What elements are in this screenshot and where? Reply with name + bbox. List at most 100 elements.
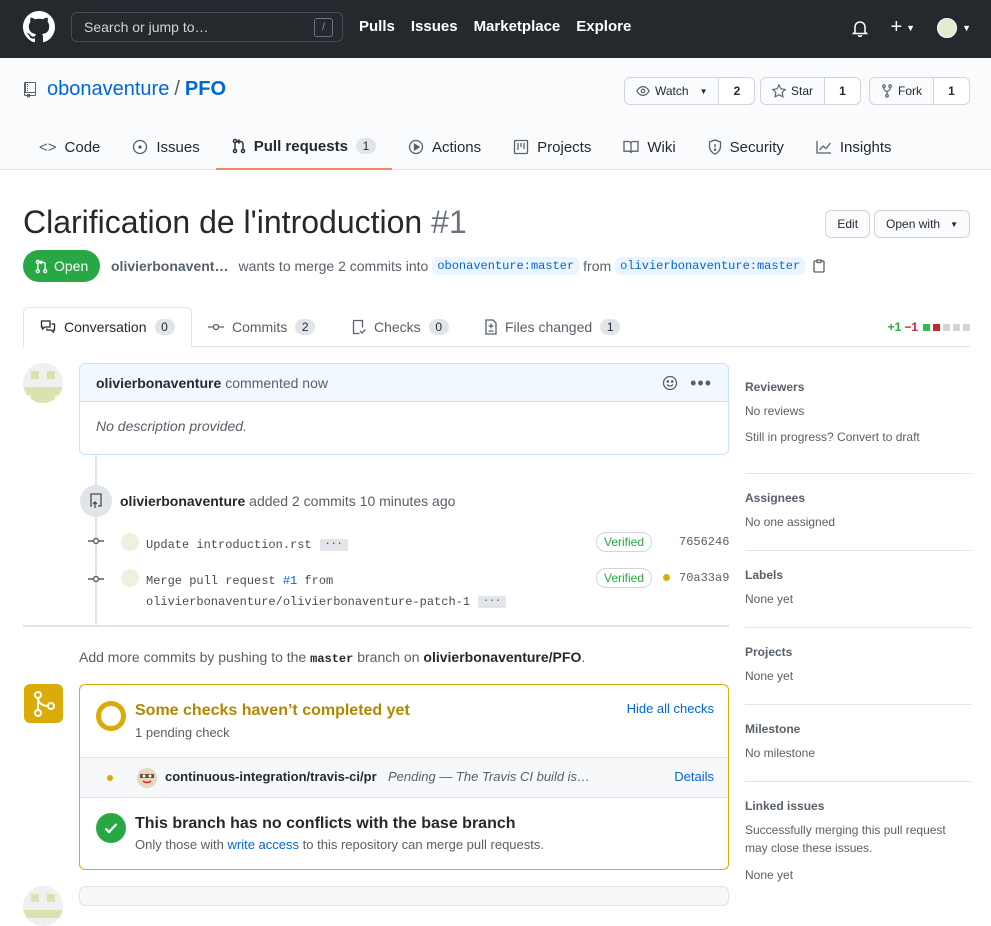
repo-owner-link[interactable]: obonaventure <box>47 78 169 101</box>
comment-timestamp[interactable]: commented now <box>225 375 328 391</box>
no-conflicts-text: Only those with <box>135 837 224 852</box>
event-text: added <box>249 493 289 509</box>
diffstat-block-neutral <box>943 323 950 331</box>
pending-status-dot[interactable] <box>663 574 670 581</box>
check-details-link[interactable]: Details <box>674 769 714 784</box>
copy-clipboard-icon[interactable] <box>813 259 825 273</box>
chevron-down-icon: ▼ <box>962 22 971 33</box>
hide-all-checks-link[interactable]: Hide all checks <box>627 701 714 716</box>
commit-sha-link[interactable]: 7656246 <box>679 535 729 549</box>
tab-conversation-label: Conversation <box>64 319 147 335</box>
notifications-bell-icon[interactable] <box>852 19 869 37</box>
user-avatar <box>937 17 958 38</box>
global-nav: Pulls Issues Marketplace Explore <box>359 18 631 35</box>
fork-button[interactable]: Fork <box>869 77 934 105</box>
base-ref[interactable]: obonaventure:master <box>432 257 580 275</box>
commits-counter: 2 <box>295 319 316 335</box>
star-button[interactable]: Star <box>760 77 826 105</box>
assignees-heading[interactable]: Assignees <box>745 491 971 505</box>
no-conflicts-icon <box>96 813 126 843</box>
commit-author-avatar[interactable] <box>121 569 139 587</box>
repo-name-link[interactable]: PFO <box>185 78 226 101</box>
chevron-down-icon: ▼ <box>906 22 916 33</box>
create-new-dropdown[interactable]: + ▼ <box>890 16 915 39</box>
identicon-image <box>23 363 63 403</box>
checks-summary: Some checks haven’t completed yet 1 pend… <box>80 685 728 757</box>
header-actions: + ▼ ▼ <box>852 16 971 39</box>
open-with-button[interactable]: Open with ▼ <box>874 210 970 238</box>
watch-count[interactable]: 2 <box>719 77 756 105</box>
linked-issues-heading[interactable]: Linked issues <box>745 799 971 813</box>
comment-header: olivierbonaventure commented now ••• <box>80 364 728 402</box>
fork-count[interactable]: 1 <box>934 77 970 105</box>
comment-author-link[interactable]: olivierbonaventure <box>96 375 221 391</box>
labels-heading[interactable]: Labels <box>745 568 971 582</box>
tab-commits[interactable]: Commits 2 <box>192 307 331 347</box>
viewer-avatar[interactable] <box>23 886 63 926</box>
labels-value: None yet <box>745 592 794 606</box>
edit-button[interactable]: Edit <box>825 210 871 238</box>
pr-author-link[interactable]: olivierbonavent… <box>111 258 228 274</box>
tab-code[interactable]: <> Code <box>23 124 116 170</box>
linked-issues-description: Successfully merging this pull request m… <box>745 823 946 855</box>
tab-conversation[interactable]: Conversation 0 <box>23 307 192 347</box>
star-count[interactable]: 1 <box>825 77 862 105</box>
watch-button[interactable]: Watch ▼ <box>624 77 720 105</box>
checks-counter: 0 <box>428 319 449 335</box>
comment-body: No description provided. <box>96 418 247 434</box>
event-actor-link[interactable]: olivierbonaventure <box>120 493 245 509</box>
github-logo-icon[interactable] <box>23 11 55 43</box>
tab-files-changed[interactable]: Files changed 1 <box>469 307 636 347</box>
commit-message[interactable]: Merge pull request #1 from olivierbonaven… <box>146 571 507 613</box>
event-time[interactable]: 10 minutes ago <box>360 493 456 509</box>
sidebar-projects: Projects None yet <box>745 645 971 685</box>
expand-message-button[interactable]: ··· <box>478 595 507 608</box>
hint-repo-link[interactable]: olivierbonaventure/PFO <box>423 649 581 665</box>
comment-author-avatar[interactable] <box>23 363 63 403</box>
commit-sha-link[interactable]: 70a33a9 <box>679 571 729 585</box>
sidebar-milestone: Milestone No milestone <box>745 722 971 762</box>
tab-actions[interactable]: Actions <box>392 124 497 170</box>
chevron-down-icon: ▼ <box>950 219 958 229</box>
tab-wiki[interactable]: Wiki <box>607 124 691 170</box>
tab-projects[interactable]: Projects <box>497 124 607 170</box>
chevron-down-icon: ▼ <box>699 86 708 96</box>
head-ref[interactable]: olivierbonaventure:master <box>615 257 806 275</box>
tab-insights[interactable]: Insights <box>800 124 908 170</box>
pull-request-icon <box>232 138 246 154</box>
hint-branch: master <box>310 652 354 666</box>
pr-state-label: Open <box>54 258 89 274</box>
search-input[interactable]: Search or jump to… / <box>71 12 343 42</box>
pr-title: Clarification de l'introduction #1 <box>23 204 467 241</box>
reviewers-heading[interactable]: Reviewers <box>745 380 971 394</box>
nav-pulls[interactable]: Pulls <box>359 18 395 35</box>
tab-checks[interactable]: Checks 0 <box>336 307 465 347</box>
travis-ci-avatar <box>137 768 157 788</box>
write-access-link[interactable]: write access <box>228 837 300 852</box>
verified-badge[interactable]: Verified <box>596 532 653 552</box>
projects-heading[interactable]: Projects <box>745 645 971 659</box>
new-comment-box[interactable] <box>79 886 729 906</box>
commit-author-avatar[interactable] <box>121 533 139 551</box>
pending-status-dot <box>107 775 113 781</box>
pr-from-text: from <box>583 258 612 274</box>
convert-to-draft-link[interactable]: Still in progress? Convert to draft <box>745 428 971 446</box>
tab-security[interactable]: Security <box>692 124 800 170</box>
nav-explore[interactable]: Explore <box>576 18 631 35</box>
verified-badge[interactable]: Verified <box>596 568 653 588</box>
commit-message[interactable]: Update introduction.rst ··· <box>146 535 348 556</box>
hint-text: . <box>581 649 586 665</box>
smiley-icon[interactable] <box>662 375 678 391</box>
commit-pr-link[interactable]: #1 <box>283 574 297 588</box>
linked-issues-value: None yet <box>745 868 794 882</box>
travis-mascot-icon <box>137 768 157 788</box>
milestone-heading[interactable]: Milestone <box>745 722 971 736</box>
expand-message-button[interactable]: ··· <box>319 538 348 551</box>
nav-marketplace[interactable]: Marketplace <box>474 18 561 35</box>
user-menu-dropdown[interactable]: ▼ <box>937 17 971 38</box>
pr-number: #1 <box>431 204 467 240</box>
nav-issues[interactable]: Issues <box>411 18 458 35</box>
tab-issues[interactable]: Issues <box>116 124 215 170</box>
kebab-horizontal-icon[interactable]: ••• <box>690 374 712 392</box>
tab-pull-requests[interactable]: Pull requests 1 <box>215 124 392 170</box>
